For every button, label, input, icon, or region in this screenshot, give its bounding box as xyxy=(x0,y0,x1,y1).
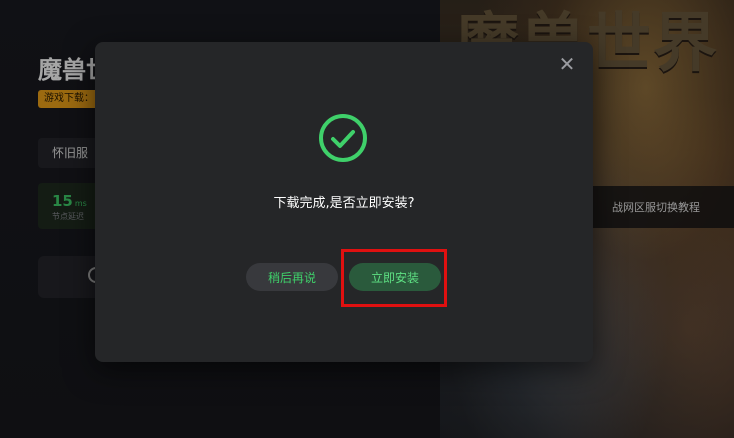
later-button[interactable]: 稍后再说 xyxy=(246,263,338,291)
install-dialog: ✕ 下载完成,是否立即安装? 稍后再说 立即安装 xyxy=(95,42,593,362)
close-button[interactable]: ✕ xyxy=(557,54,577,74)
highlight-annotation xyxy=(341,249,447,307)
check-circle-icon xyxy=(319,114,367,162)
close-icon: ✕ xyxy=(558,52,576,76)
dialog-message: 下载完成,是否立即安装? xyxy=(273,196,415,211)
